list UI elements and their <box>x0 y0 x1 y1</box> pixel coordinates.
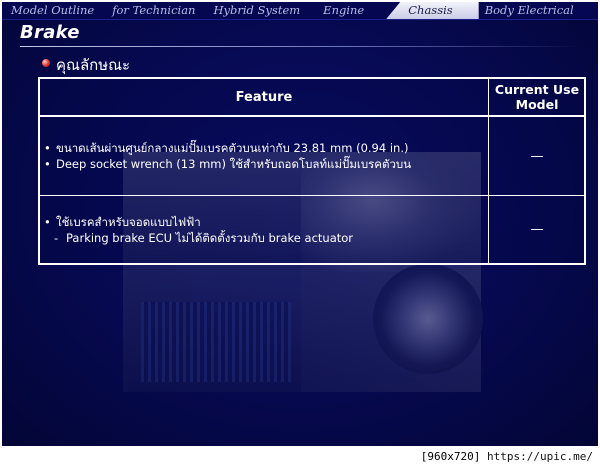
nav-tab-engine[interactable]: Engine <box>309 2 386 19</box>
nav-tab-chassis[interactable]: Chassis <box>386 2 479 19</box>
circuit-board-image <box>141 302 291 382</box>
dash-glyph: - <box>54 230 59 245</box>
nav-tab-hybrid-system[interactable]: Hybrid System <box>204 2 309 19</box>
top-navigation-bar: Model Outline for Technician Hybrid Syst… <box>2 2 598 20</box>
red-bullet-icon <box>42 59 50 67</box>
bullet-glyph: • <box>44 157 51 171</box>
nav-tab-for-technician[interactable]: for Technician <box>103 2 204 19</box>
feature-text: ขนาดเส้นผ่านศูนย์กลางแม่ปั๊มเบรคตัวบนเท่… <box>56 141 409 155</box>
title-underline <box>20 46 580 47</box>
table-row: • ใช้เบรคสำหรับจอดแบบไฟฟ้า - Parking brake… <box>40 196 584 263</box>
source-url[interactable]: https://upic.me/ <box>487 450 593 463</box>
wheel-icon <box>373 264 483 374</box>
column-header-current-use-model: Current Use Model <box>488 79 585 115</box>
feature-cell: • ขนาดเส้นผ่านศูนย์กลางแม่ปั๊มเบรคตัวบนเท… <box>40 117 488 195</box>
nav-tab-body-electrical[interactable]: Body Electrical <box>479 2 583 19</box>
feature-text: Parking brake ECU ไม่ได้ติดตั้งรวมกับ br… <box>66 230 354 245</box>
image-size-text: [960x720] <box>420 450 481 463</box>
nav-tab-model-outline[interactable]: Model Outline <box>2 2 103 19</box>
bullet-glyph: • <box>44 214 51 229</box>
section-title: คุณลักษณะ <box>56 56 131 74</box>
feature-cell: • ใช้เบรคสำหรับจอดแบบไฟฟ้า - Parking brake… <box>40 196 488 263</box>
table-row: • ขนาดเส้นผ่านศูนย์กลางแม่ปั๊มเบรคตัวบนเท… <box>40 117 584 196</box>
feature-text: Deep socket wrench (13 mm) ใช้สำหรับถอดโ… <box>56 157 412 171</box>
page-title: Brake <box>20 22 80 43</box>
feature-subline: - Parking brake ECU ไม่ได้ติดตั้งรวมกับ b… <box>44 230 488 246</box>
slide: Model Outline for Technician Hybrid Syst… <box>2 2 598 446</box>
table-header-row: Feature Current Use Model <box>40 79 584 117</box>
feature-text: ใช้เบรคสำหรับจอดแบบไฟฟ้า <box>56 214 201 229</box>
feature-line: • ใช้เบรคสำหรับจอดแบบไฟฟ้า <box>44 214 488 230</box>
bullet-glyph: • <box>44 141 51 155</box>
feature-line: • ขนาดเส้นผ่านศูนย์กลางแม่ปั๊มเบรคตัวบนเท… <box>44 140 488 156</box>
current-use-cell: — <box>488 196 585 263</box>
current-use-cell: — <box>488 117 585 195</box>
image-size-watermark: [960x720] https://upic.me/ <box>417 449 596 465</box>
feature-line: • Deep socket wrench (13 mm) ใช้สำหรับถอด… <box>44 156 488 172</box>
feature-table: Feature Current Use Model • ขนาดเส้นผ่านศ… <box>38 77 586 265</box>
column-header-feature: Feature <box>235 89 293 105</box>
